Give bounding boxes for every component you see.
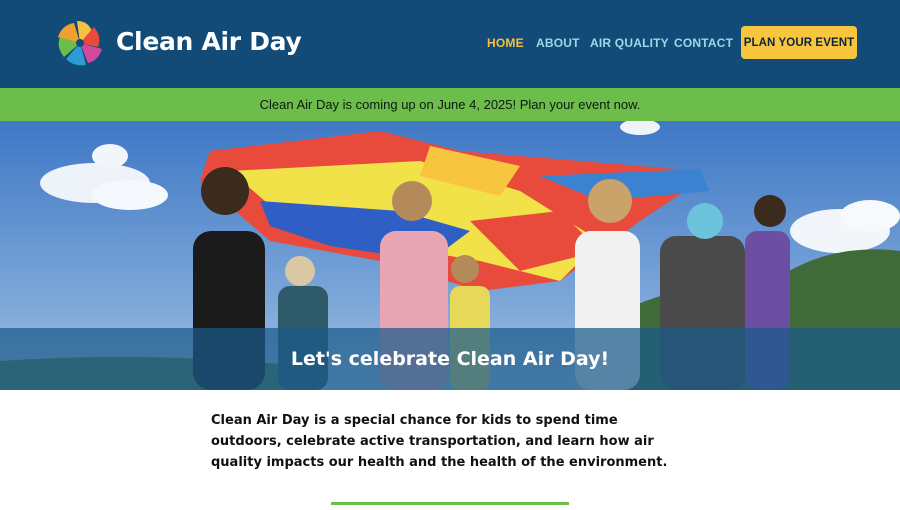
hero-title: Let's celebrate Clean Air Day! [290,348,610,370]
hero-banner: Let's celebrate Clean Air Day! [0,328,900,390]
plan-event-button[interactable]: PLAN YOUR EVENT [741,26,857,59]
site-header: Clean Air Day HOME ABOUT AIR QUALITY CON… [0,0,900,88]
pinwheel-icon[interactable] [54,18,106,68]
nav-home-link[interactable]: HOME [487,36,524,50]
site-title[interactable]: Clean Air Day [116,27,302,56]
nav-about-link[interactable]: ABOUT [536,36,580,50]
section-divider [331,502,569,505]
intro-paragraph: Clean Air Day is a special chance for ki… [211,413,668,470]
nav-contact-link[interactable]: CONTACT [674,36,733,50]
hero-section: Let's celebrate Clean Air Day! [0,121,900,390]
nav-air-quality-link[interactable]: AIR QUALITY [590,36,669,50]
announcement-bar: Clean Air Day is coming up on June 4, 20… [0,88,900,121]
announcement-text: Clean Air Day is coming up on June 4, 20… [259,97,641,112]
